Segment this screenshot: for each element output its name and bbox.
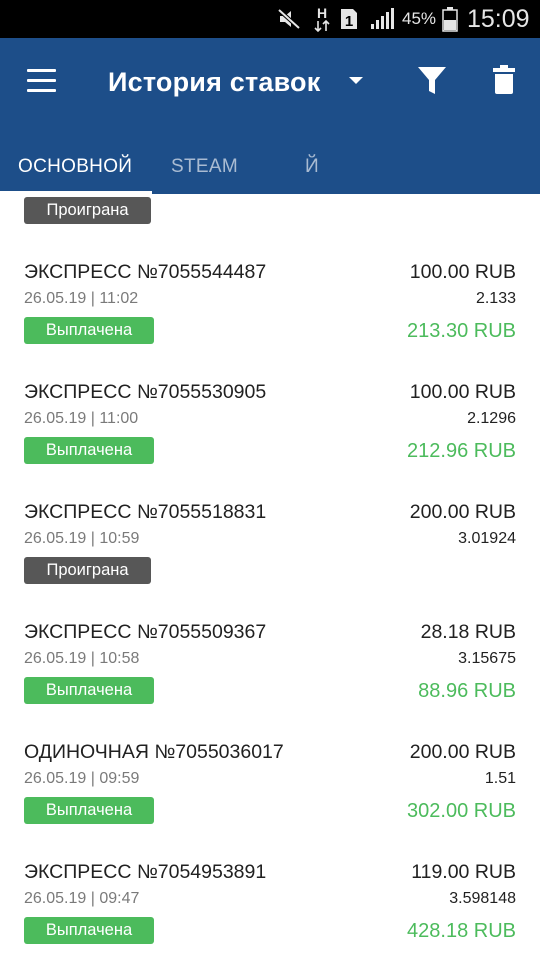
status-badge: Выплачена <box>24 437 154 464</box>
bet-amount: 119.00 RUB <box>411 861 516 883</box>
status-badge: Выплачена <box>24 797 154 824</box>
bet-title: ЭКСПРЕСС №7055530905 <box>24 381 267 403</box>
delete-button[interactable] <box>486 58 522 102</box>
bet-title: ЭКСПРЕСС №7055509367 <box>24 621 267 643</box>
battery-icon <box>440 0 460 38</box>
bet-payout: 213.30 RUB <box>407 320 516 342</box>
status-badge: Проиграна <box>24 557 151 584</box>
svg-text:1: 1 <box>345 13 353 30</box>
tab-third[interactable]: Й <box>305 144 319 190</box>
status-badge: Проиграна <box>24 197 151 224</box>
bet-title: ЭКСПРЕСС №7054953891 <box>24 861 267 883</box>
bet-amount: 200.00 RUB <box>409 741 516 763</box>
bet-date: 26.05.19 | 11:02 <box>24 290 139 307</box>
mute-icon <box>276 0 302 38</box>
sim-1-icon: 1 <box>338 0 360 38</box>
bet-title: ЭКСПРЕСС №7055518831 <box>24 501 267 523</box>
bet-payout: 88.96 RUB <box>418 680 516 702</box>
list-item[interactable]: ЭКСПРЕСС №7055518831 26.05.19 | 10:59 Пр… <box>0 480 540 601</box>
menu-button[interactable] <box>18 61 66 101</box>
list-item[interactable]: ЭКСПРЕСС №7055530905 26.05.19 | 11:00 Вы… <box>0 360 540 481</box>
bet-odds: 2.1296 <box>467 410 516 427</box>
tab-bar: ОСНОВНОЙ STEAM Й <box>0 144 540 194</box>
status-bar: H 1 45% 15:09 <box>0 0 540 38</box>
list-item[interactable]: ЭКСПРЕСС №7055544487 26.05.19 | 11:02 Вы… <box>0 240 540 361</box>
status-badge: Выплачена <box>24 677 154 704</box>
bet-date: 26.05.19 | 10:59 <box>24 530 140 547</box>
bet-odds: 3.01924 <box>458 530 516 547</box>
bet-payout: 302.00 RUB <box>407 800 516 822</box>
bet-date: 26.05.19 | 09:47 <box>24 890 140 907</box>
list-item[interactable]: Проиграна <box>0 194 540 241</box>
bet-amount: 28.18 RUB <box>420 621 516 643</box>
bet-odds: 2.133 <box>475 290 516 307</box>
bet-payout: 212.96 RUB <box>407 440 516 462</box>
bet-date: 26.05.19 | 10:58 <box>24 650 140 667</box>
dropdown-caret-icon[interactable] <box>346 70 366 90</box>
bet-odds: 3.15675 <box>458 650 516 667</box>
trash-icon <box>493 65 515 94</box>
network-h-icon: H <box>312 0 332 38</box>
svg-text:H: H <box>317 5 327 21</box>
bet-amount: 100.00 RUB <box>409 381 516 403</box>
bet-odds: 3.598148 <box>449 890 516 907</box>
signal-icon <box>368 0 396 38</box>
filter-button[interactable] <box>412 58 452 102</box>
bet-date: 26.05.19 | 11:00 <box>24 410 139 427</box>
bet-date: 26.05.19 | 09:59 <box>24 770 140 787</box>
list-item[interactable]: ЭКСПРЕСС №7055509367 26.05.19 | 10:58 Вы… <box>0 600 540 721</box>
tab-main[interactable]: ОСНОВНОЙ <box>18 144 132 190</box>
bet-history-list: Проиграна ЭКСПРЕСС №7055544487 26.05.19 … <box>0 194 540 960</box>
battery-percent: 45% <box>402 9 437 28</box>
bet-amount: 100.00 RUB <box>409 261 516 283</box>
bet-title: ОДИНОЧНАЯ №7055036017 <box>24 741 284 763</box>
bet-title: ЭКСПРЕСС №7055544487 <box>24 261 267 283</box>
page-title[interactable]: История ставок <box>108 60 320 104</box>
clock: 15:09 <box>467 4 530 33</box>
filter-icon <box>418 67 446 94</box>
tab-steam[interactable]: STEAM <box>171 144 238 190</box>
app-bar: История ставок ОСНОВНОЙ STEAM Й <box>0 38 540 194</box>
list-item[interactable]: ЭКСПРЕСС №7054953891 26.05.19 | 09:47 Вы… <box>0 840 540 960</box>
bet-odds: 1.51 <box>484 770 516 787</box>
bet-amount: 200.00 RUB <box>409 501 516 523</box>
bet-payout: 428.18 RUB <box>407 920 516 942</box>
status-badge: Выплачена <box>24 917 154 944</box>
status-badge: Выплачена <box>24 317 154 344</box>
list-item[interactable]: ОДИНОЧНАЯ №7055036017 26.05.19 | 09:59 В… <box>0 720 540 841</box>
